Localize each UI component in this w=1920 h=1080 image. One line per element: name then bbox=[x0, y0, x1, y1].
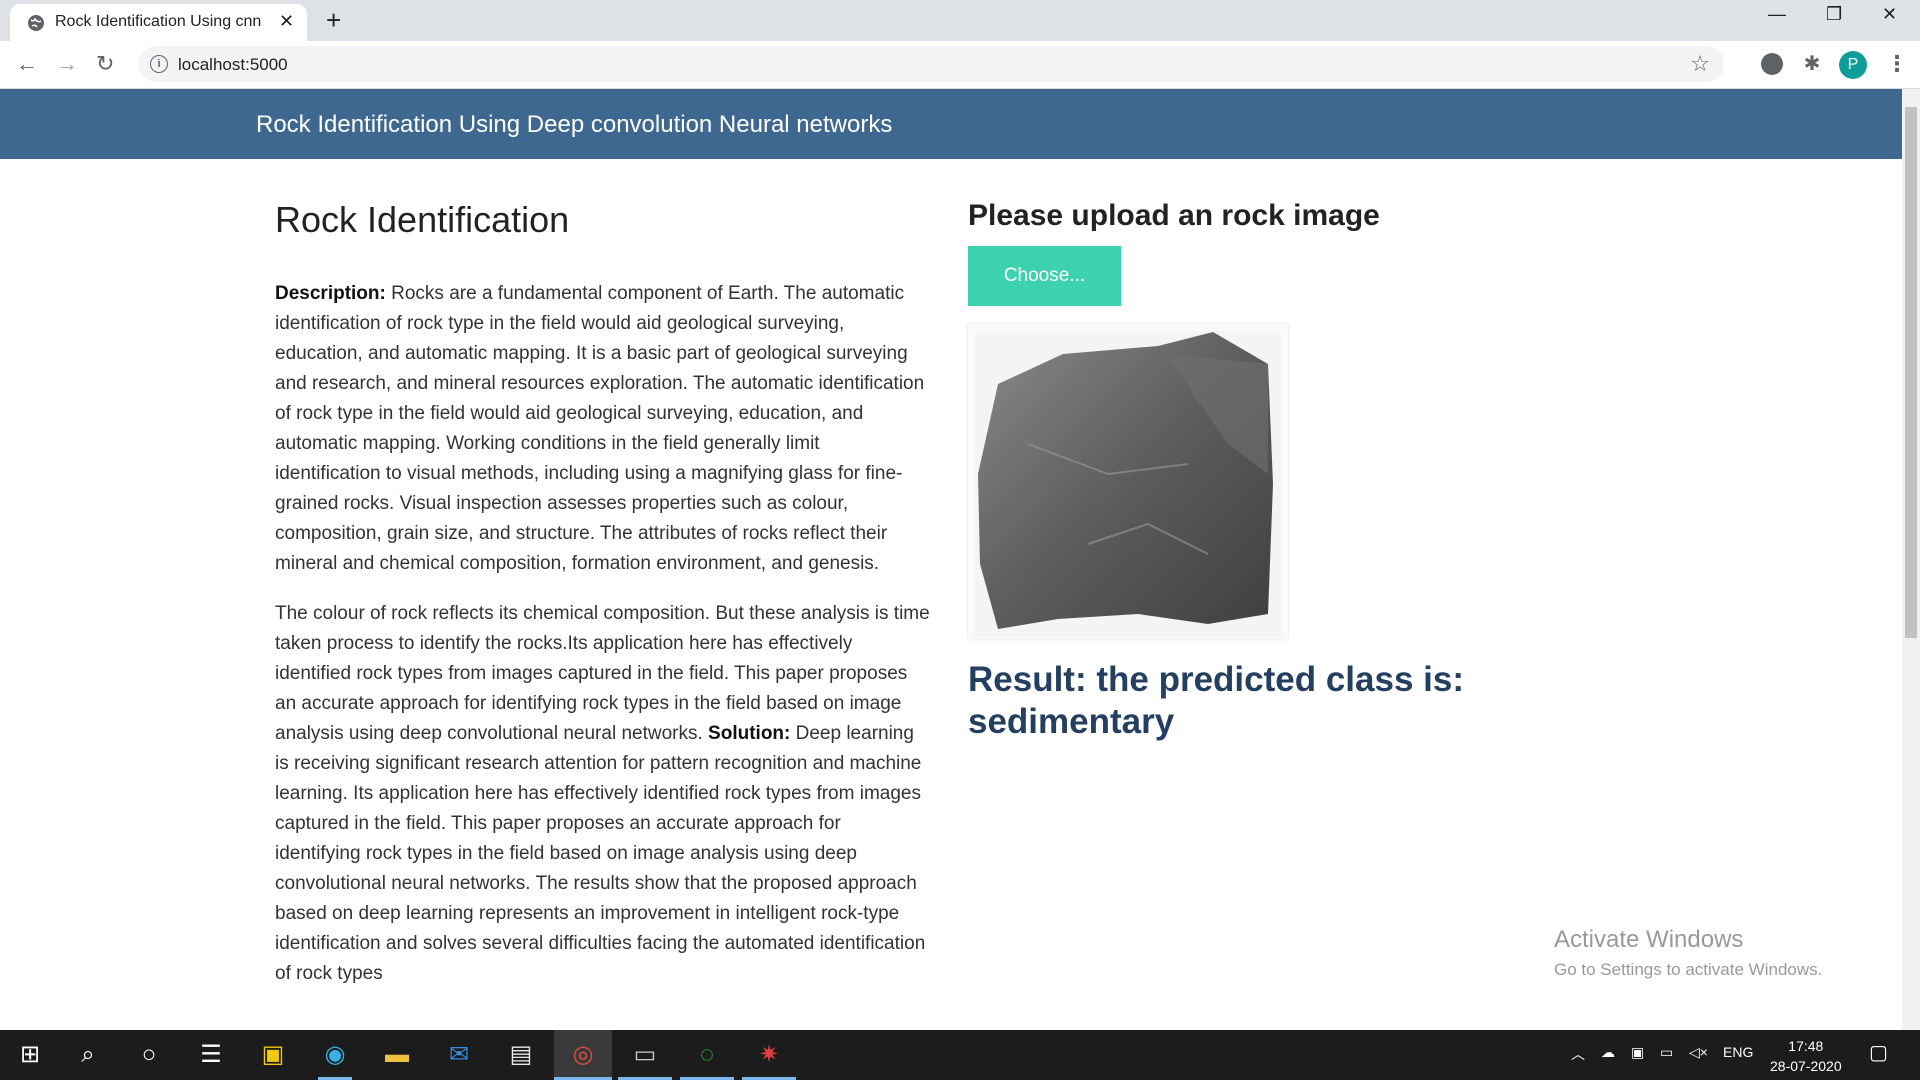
web-page: Rock Identification Using Deep convoluti… bbox=[0, 89, 1902, 1030]
puzzle-icon[interactable]: ✱ bbox=[1801, 53, 1823, 75]
windows-start-icon[interactable]: ⊞ bbox=[13, 1038, 47, 1072]
description-label: Description: bbox=[275, 283, 386, 304]
watermark-subtitle: Go to Settings to activate Windows. bbox=[1554, 960, 1823, 979]
restore-icon[interactable]: ❐ bbox=[1826, 4, 1842, 25]
volume-icon[interactable]: ◁× bbox=[1689, 1044, 1708, 1061]
search-icon[interactable]: ⌕ bbox=[71, 1038, 105, 1072]
menu-icon[interactable]: ⋮ bbox=[1886, 51, 1908, 77]
site-brand[interactable]: Rock Identification Using Deep convoluti… bbox=[256, 111, 892, 139]
solution-text: Deep learning is receiving significant r… bbox=[275, 723, 926, 984]
browser-toolbar: ← → ↻ i localhost:5000 ☆ ✱ P ⋮ bbox=[0, 41, 1920, 89]
browser-tab[interactable]: Rock Identification Using cnn ✕ bbox=[10, 4, 307, 41]
chrome-icon[interactable]: ◎ bbox=[566, 1038, 600, 1072]
browser-tab-strip: Rock Identification Using cnn ✕ + — ❐ ✕ bbox=[0, 0, 1920, 41]
cortana-icon[interactable]: ○ bbox=[132, 1038, 166, 1072]
clock-date: 28-07-2020 bbox=[1770, 1058, 1842, 1074]
prediction-result: Result: the predicted class is: sediment… bbox=[968, 660, 1464, 741]
bookmark-star-icon[interactable]: ☆ bbox=[1690, 51, 1710, 77]
scrollbar-thumb[interactable] bbox=[1905, 107, 1917, 638]
tab-title: Rock Identification Using cnn bbox=[55, 13, 262, 30]
close-icon[interactable]: ✕ bbox=[279, 11, 294, 32]
spinner-app-icon[interactable]: ◌ bbox=[690, 1038, 724, 1072]
language-indicator[interactable]: ENG bbox=[1723, 1044, 1753, 1060]
address-bar[interactable]: i localhost:5000 ☆ bbox=[138, 46, 1724, 82]
terminal-icon[interactable]: ▭ bbox=[628, 1038, 662, 1072]
upload-heading: Please upload an rock image bbox=[968, 199, 1380, 232]
clock-time: 17:48 bbox=[1788, 1038, 1824, 1054]
globe-icon bbox=[28, 15, 44, 31]
edge-icon[interactable]: ◉ bbox=[318, 1038, 352, 1072]
page-title: Rock Identification bbox=[275, 199, 570, 240]
extension-icon[interactable] bbox=[1761, 53, 1783, 75]
minimize-icon[interactable]: — bbox=[1768, 4, 1786, 25]
security-icon[interactable]: ▣ bbox=[1631, 1044, 1644, 1061]
notification-icon[interactable]: ▢ bbox=[1869, 1040, 1888, 1065]
activate-windows-watermark: Activate Windows Go to Settings to activ… bbox=[1554, 926, 1822, 980]
back-icon[interactable]: ← bbox=[16, 51, 38, 77]
task-view-icon[interactable]: ☰ bbox=[194, 1038, 228, 1072]
site-navbar: Rock Identification Using Deep convoluti… bbox=[0, 89, 1902, 159]
solution-paragraph: The colour of rock reflects its chemical… bbox=[275, 599, 930, 989]
url-text: localhost:5000 bbox=[178, 55, 288, 74]
window-close-icon[interactable]: ✕ bbox=[1882, 4, 1897, 25]
battery-icon[interactable]: ▭ bbox=[1660, 1044, 1673, 1061]
spider-app-icon[interactable]: ✷ bbox=[752, 1038, 786, 1072]
description-column: Rock Identification Description: Rocks a… bbox=[275, 199, 930, 989]
info-icon[interactable]: i bbox=[150, 55, 168, 73]
new-tab-icon[interactable]: + bbox=[326, 5, 341, 36]
choose-file-button[interactable]: Choose... bbox=[968, 246, 1121, 306]
file-explorer-icon[interactable]: ▬ bbox=[380, 1038, 414, 1072]
notepad-icon[interactable]: ▤ bbox=[504, 1038, 538, 1072]
tray-chevron-icon[interactable]: ︿ bbox=[1571, 1044, 1585, 1064]
rock-image bbox=[975, 331, 1281, 637]
clock[interactable]: 17:48 28-07-2020 bbox=[1770, 1036, 1842, 1076]
store-icon[interactable]: ▣ bbox=[256, 1038, 290, 1072]
onedrive-icon[interactable]: ☁ bbox=[1601, 1044, 1615, 1061]
mail-icon[interactable]: ✉ bbox=[442, 1038, 476, 1072]
reload-icon[interactable]: ↻ bbox=[96, 51, 114, 77]
description-paragraph: Description: Rocks are a fundamental com… bbox=[275, 279, 930, 579]
windows-taskbar: ⊞ ⌕ ○ ☰ ▣ ◉ ▬ ✉ ▤ ◎ ▭ ◌ ✷ ︿ ☁ ▣ ▭ ◁× ENG… bbox=[0, 1030, 1920, 1080]
page-scrollbar[interactable] bbox=[1902, 89, 1920, 1030]
watermark-title: Activate Windows bbox=[1554, 926, 1744, 953]
solution-label: Solution: bbox=[708, 723, 791, 744]
forward-icon[interactable]: → bbox=[56, 51, 78, 77]
profile-avatar[interactable]: P bbox=[1839, 51, 1867, 79]
upload-column: Please upload an rock image Choose... Re… bbox=[968, 199, 1528, 741]
description-text: Rocks are a fundamental component of Ear… bbox=[275, 283, 925, 574]
uploaded-rock-image bbox=[968, 324, 1288, 639]
